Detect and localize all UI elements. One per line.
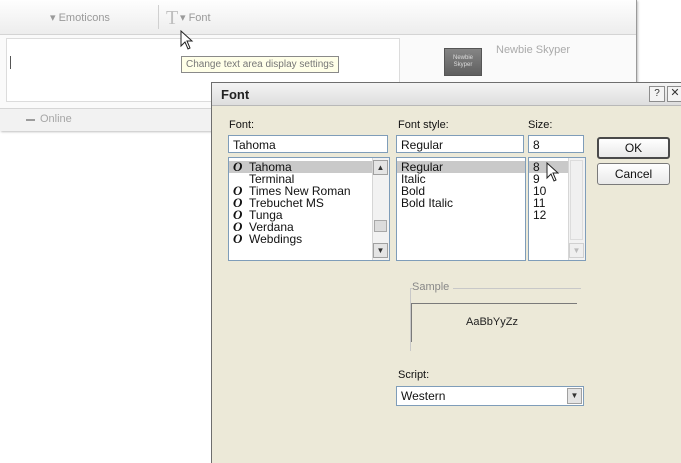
list-item[interactable]: Bold Italic bbox=[397, 197, 525, 209]
script-select[interactable]: Western ▼ bbox=[396, 386, 584, 406]
font-label: Font bbox=[188, 12, 211, 24]
list-item[interactable]: O Webdings bbox=[229, 231, 389, 246]
dialog-titlebar[interactable]: Font ? ✕ bbox=[212, 83, 681, 106]
dialog-title: Font bbox=[221, 87, 250, 102]
font-label: Font: bbox=[229, 119, 255, 131]
emoticons-label: Emoticons bbox=[58, 12, 110, 24]
truetype-icon: O bbox=[233, 159, 243, 174]
sample-text: AaBbYyZz bbox=[466, 316, 518, 328]
font-style-list[interactable]: Regular Italic Bold Bold Italic bbox=[396, 157, 526, 261]
script-value: Western bbox=[401, 389, 446, 403]
scroll-down-icon[interactable]: ▼ bbox=[569, 243, 584, 258]
help-button[interactable]: ? bbox=[649, 86, 665, 102]
size-label: Size: bbox=[528, 119, 553, 131]
font-list[interactable]: O Tahoma Terminal O Times New Roman O Trebuche… bbox=[228, 157, 390, 261]
list-item-label: Webdings bbox=[249, 232, 303, 246]
truetype-icon: O bbox=[233, 231, 243, 246]
font-dialog: Font ? ✕ Font: Tahoma O Tahoma Terminal O Ti… bbox=[211, 82, 681, 463]
scroll-thumb[interactable] bbox=[374, 220, 387, 232]
font-tooltip: Change text area display settings bbox=[181, 56, 339, 73]
font-name-input[interactable]: Tahoma bbox=[228, 135, 388, 153]
mouse-cursor-icon bbox=[546, 162, 560, 182]
font-style-label: Font style: bbox=[398, 119, 449, 131]
font-button[interactable]: ▾ Font bbox=[180, 11, 211, 24]
chevron-down-icon[interactable]: ▼ bbox=[567, 388, 582, 404]
mouse-cursor-icon bbox=[180, 30, 194, 50]
size-list-scrollbar[interactable]: ▼ bbox=[568, 158, 585, 260]
script-label: Script: bbox=[398, 369, 430, 381]
toolbar-divider bbox=[158, 5, 159, 29]
cancel-button[interactable]: Cancel bbox=[597, 163, 670, 185]
contact-avatar: Newbie Skyper bbox=[444, 48, 482, 76]
font-t-icon[interactable]: T bbox=[166, 8, 178, 28]
text-caret bbox=[10, 56, 11, 69]
emoticons-button[interactable]: ▾ Emoticons bbox=[50, 11, 110, 24]
sample-label: Sample bbox=[412, 281, 454, 293]
size-scroll-thumb[interactable] bbox=[570, 160, 583, 240]
contact-name: Newbie Skyper bbox=[496, 44, 570, 56]
font-style-input[interactable]: Regular bbox=[396, 135, 524, 153]
status-icon bbox=[26, 119, 35, 121]
close-button[interactable]: ✕ bbox=[667, 86, 681, 102]
chat-toolbar: ▾ Emoticons T ▾ Font bbox=[0, 0, 636, 35]
scroll-up-icon[interactable]: ▲ bbox=[373, 160, 388, 175]
scroll-down-icon[interactable]: ▼ bbox=[373, 243, 388, 258]
ok-button[interactable]: OK bbox=[597, 137, 670, 159]
font-list-scrollbar[interactable]: ▲ ▼ bbox=[372, 158, 389, 260]
size-input[interactable]: 8 bbox=[528, 135, 584, 153]
status-text: Online bbox=[40, 113, 72, 125]
